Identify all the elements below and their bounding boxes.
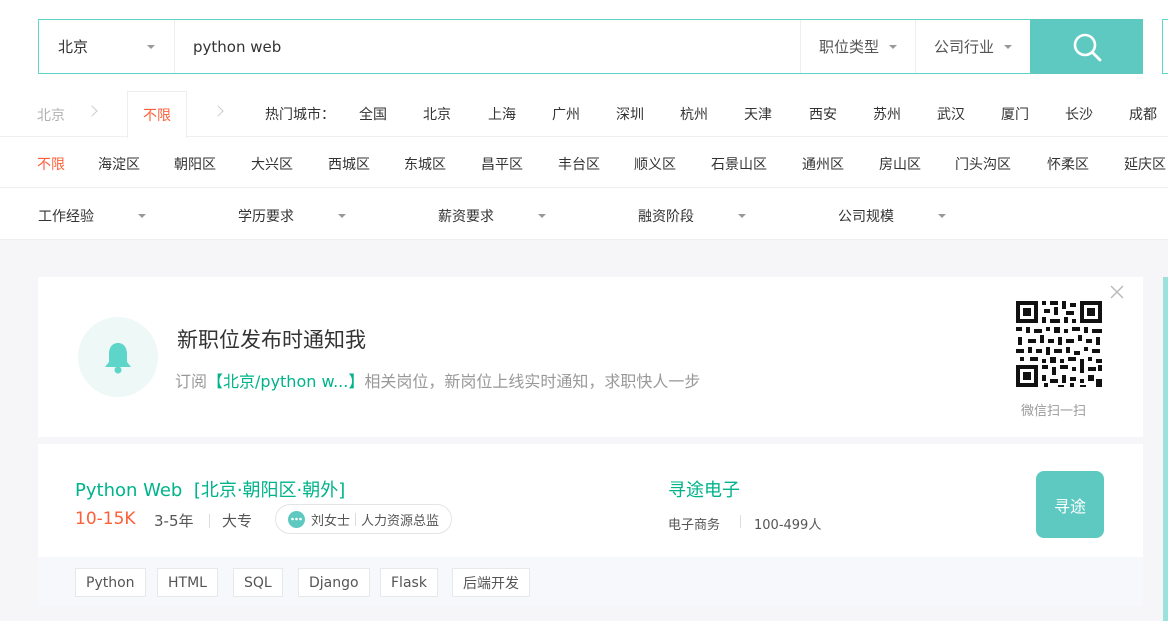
job-salary: 10-15K: [75, 509, 136, 529]
job-alert-desc-suffix: 相关岗位，新岗位上线实时通知，求职快人一步: [364, 372, 701, 391]
district-item[interactable]: 通州区: [802, 154, 844, 174]
district-item[interactable]: 西城区: [328, 154, 370, 174]
filter-salary[interactable]: 薪资要求: [438, 206, 494, 226]
city-item[interactable]: 苏州: [873, 104, 901, 124]
chevron-down-icon: [147, 44, 155, 49]
side-panel-edge: [1162, 19, 1168, 74]
district-item[interactable]: 延庆区: [1124, 154, 1166, 174]
city-nav: 北京 不限 热门城市： 全国 北京 上海 广州 深圳 杭州 天津 西安 苏州 武…: [0, 91, 1168, 138]
city-item[interactable]: 深圳: [616, 104, 644, 124]
close-icon[interactable]: [1109, 284, 1125, 300]
recruiter-chip[interactable]: 刘女士 人力资源总监: [275, 504, 453, 534]
city-item[interactable]: 成都: [1129, 104, 1157, 124]
district-item[interactable]: 大兴区: [251, 154, 293, 174]
job-tag: SQL: [233, 568, 283, 597]
side-panel-edge: [1163, 277, 1168, 621]
job-card[interactable]: Python Web [北京·朝阳区·朝外] 10-15K 3-5年 大专 刘女…: [38, 444, 1143, 606]
job-education: 大专: [222, 512, 253, 530]
search-button[interactable]: [1030, 19, 1143, 74]
filter-company-size[interactable]: 公司规模: [838, 206, 894, 226]
city-unlimited-label: 不限: [143, 108, 171, 124]
city-item[interactable]: 西安: [809, 104, 837, 124]
chevron-down-icon: [738, 214, 746, 218]
divider: [355, 512, 357, 526]
job-alert-card: 新职位发布时通知我 订阅【北京/python w...】相关岗位，新岗位上线实时…: [38, 277, 1143, 437]
job-title-text: Python Web: [75, 480, 183, 501]
qr-code-icon: [1014, 299, 1104, 389]
district-item[interactable]: 顺义区: [634, 154, 676, 174]
city-item[interactable]: 全国: [359, 104, 387, 124]
job-type-select[interactable]: 职位类型: [799, 20, 915, 73]
filter-bar: 工作经验 学历要求 薪资要求 融资阶段 公司规模: [0, 189, 1168, 239]
chevron-down-icon: [888, 44, 897, 49]
company-name[interactable]: 寻途电子: [668, 476, 740, 502]
company-industry: 电子商务: [668, 518, 721, 533]
district-item[interactable]: 昌平区: [481, 154, 523, 174]
company-size: 100-499人: [754, 518, 822, 533]
city-select[interactable]: 北京: [39, 20, 175, 73]
city-unlimited-tab[interactable]: 不限: [127, 91, 187, 138]
recruiter-name: 刘女士: [311, 513, 351, 529]
hot-cities-label: 热门城市：: [265, 107, 335, 123]
district-item[interactable]: 石景山区: [711, 154, 767, 174]
district-nav: 不限 海淀区 朝阳区 大兴区 西城区 东城区 昌平区 丰台区 顺义区 石景山区 …: [0, 138, 1168, 188]
district-item[interactable]: 门头沟区: [955, 154, 1011, 174]
district-item[interactable]: 丰台区: [558, 154, 600, 174]
job-experience: 3-5年: [154, 512, 194, 530]
district-item[interactable]: 怀柔区: [1047, 154, 1089, 174]
chevron-down-icon: [938, 214, 946, 218]
filter-education[interactable]: 学历要求: [238, 206, 294, 226]
industry-label: 公司行业: [933, 38, 994, 56]
industry-select[interactable]: 公司行业: [914, 20, 1030, 73]
recruiter-title: 人力资源总监: [361, 513, 440, 529]
job-tag: HTML: [157, 568, 218, 597]
divider: [209, 514, 210, 528]
city-item[interactable]: 厦门: [1001, 104, 1029, 124]
district-item[interactable]: 不限: [37, 154, 65, 174]
job-tag: Flask: [380, 568, 438, 597]
city-item[interactable]: 杭州: [680, 104, 708, 124]
city-select-label: 北京: [58, 38, 89, 56]
chevron-right-icon: [212, 105, 224, 117]
job-alert-desc: 订阅【北京/python w...】相关岗位，新岗位上线实时通知，求职快人一步: [175, 368, 700, 392]
city-item[interactable]: 武汉: [937, 104, 965, 124]
search-header: 北京 职位类型 公司行业 北京 不限 热门城市： 全国 北京 上海 广: [0, 0, 1168, 240]
search-bar: 北京 职位类型 公司行业: [38, 19, 1143, 74]
city-item[interactable]: 广州: [552, 104, 580, 124]
chat-icon: [288, 510, 305, 528]
district-item[interactable]: 朝阳区: [174, 154, 216, 174]
job-tag: Python: [75, 568, 146, 597]
search-input[interactable]: [175, 20, 800, 73]
chevron-down-icon: [538, 214, 546, 218]
job-location: [北京·朝阳区·朝外]: [193, 480, 346, 501]
job-title[interactable]: Python Web [北京·朝阳区·朝外]: [75, 476, 345, 502]
job-alert-keyword: 【北京/python w...】: [207, 372, 365, 391]
chevron-down-icon: [138, 214, 146, 218]
city-item[interactable]: 长沙: [1065, 104, 1093, 124]
company-logo[interactable]: 寻途: [1036, 471, 1104, 538]
qr-label: 微信扫一扫: [1021, 404, 1087, 419]
job-tag: 后端开发: [452, 568, 530, 597]
current-city-crumb[interactable]: 北京: [37, 105, 65, 125]
district-item[interactable]: 东城区: [404, 154, 446, 174]
bell-icon: [78, 317, 158, 397]
city-item[interactable]: 上海: [488, 104, 516, 124]
filter-funding[interactable]: 融资阶段: [638, 206, 694, 226]
city-item[interactable]: 北京: [423, 104, 451, 124]
city-item[interactable]: 天津: [744, 104, 772, 124]
divider: [740, 515, 741, 528]
district-item[interactable]: 海淀区: [98, 154, 140, 174]
job-tag: Django: [298, 568, 370, 597]
chevron-down-icon: [1004, 44, 1012, 49]
chevron-down-icon: [338, 214, 346, 218]
search-icon: [1073, 33, 1101, 61]
job-alert-desc-prefix: 订阅: [175, 372, 208, 391]
chevron-right-icon: [86, 105, 98, 117]
job-alert-title: 新职位发布时通知我: [177, 328, 366, 352]
filter-experience[interactable]: 工作经验: [38, 206, 94, 226]
job-type-label: 职位类型: [818, 38, 879, 56]
job-tags: Python HTML SQL Django Flask 后端开发: [38, 557, 1143, 606]
district-item[interactable]: 房山区: [879, 154, 921, 174]
